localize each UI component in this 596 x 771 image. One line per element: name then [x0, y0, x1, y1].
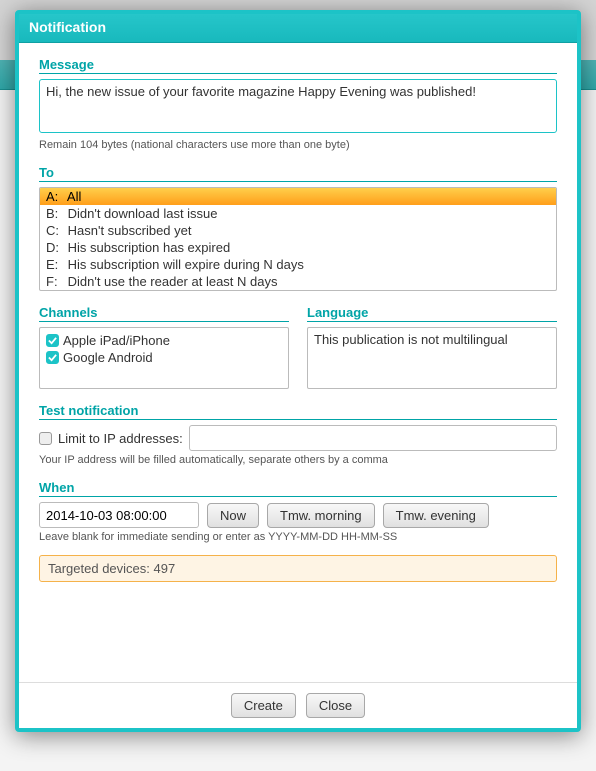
to-option-label: Didn't use the reader at least N days	[64, 274, 277, 289]
to-option-key: E:	[46, 257, 64, 272]
limit-ip-input[interactable]	[189, 425, 557, 451]
dialog-title: Notification	[19, 14, 577, 43]
when-input[interactable]	[39, 502, 199, 528]
to-option-key: A:	[46, 189, 64, 204]
notification-dialog: Notification Message Remain 104 bytes (n…	[15, 10, 581, 732]
to-option-f[interactable]: F: Didn't use the reader at least N days	[40, 273, 556, 290]
channel-checkbox[interactable]	[46, 351, 59, 364]
section-language-label: Language	[307, 305, 557, 322]
channel-label: Google Android	[63, 350, 153, 365]
to-option-label: Didn't download last issue	[64, 206, 218, 221]
to-option-label: Hasn't subscribed yet	[64, 223, 192, 238]
dialog-footer: Create Close	[19, 682, 577, 728]
to-option-key: F:	[46, 274, 64, 289]
message-textarea[interactable]	[39, 79, 557, 133]
section-channels-label: Channels	[39, 305, 289, 322]
close-button[interactable]: Close	[306, 693, 365, 718]
now-button[interactable]: Now	[207, 503, 259, 528]
limit-ip-checkbox[interactable]	[39, 432, 52, 445]
to-option-b[interactable]: B: Didn't download last issue	[40, 205, 556, 222]
dialog-content: Message Remain 104 bytes (national chara…	[19, 43, 577, 682]
channel-row: Google Android	[46, 349, 282, 366]
check-icon	[48, 336, 57, 345]
language-box: This publication is not multilingual	[307, 327, 557, 389]
test-hint: Your IP address will be filled automatic…	[39, 454, 557, 466]
to-option-e[interactable]: E: His subscription will expire during N…	[40, 256, 556, 273]
section-when-label: When	[39, 480, 557, 497]
limit-ip-label: Limit to IP addresses:	[58, 431, 183, 446]
section-message-label: Message	[39, 57, 557, 74]
target-devices-box: Targeted devices: 497	[39, 555, 557, 582]
to-option-key: C:	[46, 223, 64, 238]
section-test-label: Test notification	[39, 403, 557, 420]
tmw-morning-button[interactable]: Tmw. morning	[267, 503, 375, 528]
tmw-evening-button[interactable]: Tmw. evening	[383, 503, 489, 528]
to-option-c[interactable]: C: Hasn't subscribed yet	[40, 222, 556, 239]
channel-label: Apple iPad/iPhone	[63, 333, 170, 348]
create-button[interactable]: Create	[231, 693, 296, 718]
channels-box: Apple iPad/iPhone Google Android	[39, 327, 289, 389]
to-option-label: All	[64, 189, 81, 204]
to-option-a[interactable]: A: All	[40, 188, 556, 205]
section-to-label: To	[39, 165, 557, 182]
when-hint: Leave blank for immediate sending or ent…	[39, 531, 557, 543]
to-listbox[interactable]: A: AllB: Didn't download last issueC: Ha…	[39, 187, 557, 291]
to-option-key: B:	[46, 206, 64, 221]
to-option-key: D:	[46, 240, 64, 255]
check-icon	[48, 353, 57, 362]
message-remain-hint: Remain 104 bytes (national characters us…	[39, 139, 557, 151]
to-option-d[interactable]: D: His subscription has expired	[40, 239, 556, 256]
to-option-label: His subscription will expire during N da…	[64, 257, 304, 272]
channel-checkbox[interactable]	[46, 334, 59, 347]
to-option-label: His subscription has expired	[64, 240, 230, 255]
channel-row: Apple iPad/iPhone	[46, 332, 282, 349]
